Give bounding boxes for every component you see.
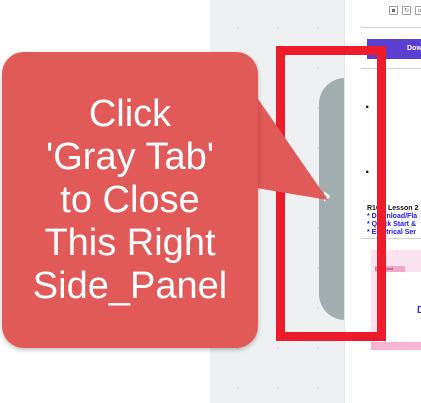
- callout-text: Click 'Gray Tab' to Close This Right Sid…: [32, 92, 228, 307]
- callout-bubble: Click 'Gray Tab' to Close This Right Sid…: [2, 52, 258, 348]
